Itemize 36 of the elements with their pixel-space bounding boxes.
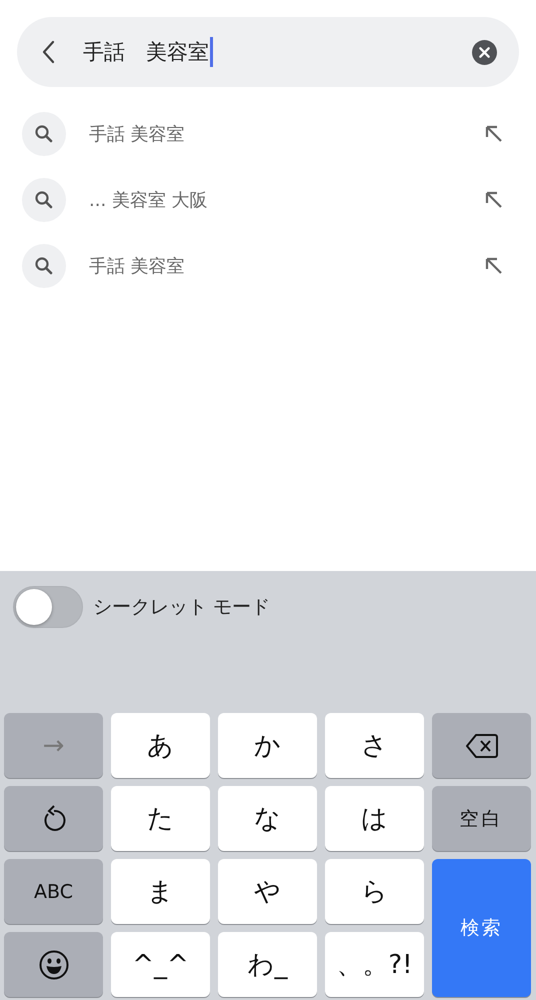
function-key[interactable]: 空白 [432,786,531,851]
arrow-up-left-icon[interactable] [485,125,503,143]
undo-key[interactable] [4,786,103,851]
search-icon [22,178,66,222]
incognito-label: シークレット モード [93,595,270,620]
delete-key[interactable] [432,713,531,778]
emoji-key[interactable] [4,932,103,997]
incognito-toggle[interactable] [13,586,83,628]
search-key[interactable]: 検索 [432,859,531,997]
kana-key[interactable]: ^_^ [111,932,210,997]
suggestion-text[interactable]: ... 美容室 大阪 [89,188,485,212]
kana-key[interactable]: わ_ [218,932,317,997]
backspace-icon [466,732,498,758]
text-cursor [210,37,213,67]
suggestion-text[interactable]: 手話 美容室 [89,122,485,146]
kana-key[interactable]: な [218,786,317,851]
kana-key[interactable]: た [111,786,210,851]
function-key[interactable]: ABC [4,859,103,924]
clear-icon[interactable] [472,40,497,64]
arrow-up-left-icon[interactable] [485,257,503,275]
kana-key[interactable]: や [218,859,317,924]
kana-key[interactable]: 、。?! [325,932,424,997]
arrow-up-left-icon[interactable] [485,191,503,209]
kana-key[interactable]: あ [111,713,210,778]
kana-key[interactable]: ら [325,859,424,924]
search-text: 手話 美容室 [83,39,209,66]
kana-key[interactable]: は [325,786,424,851]
suggestion-text[interactable]: 手話 美容室 [89,254,485,278]
kana-key[interactable]: か [218,713,317,778]
search-field[interactable]: 手話 美容室 [17,17,519,87]
back-icon[interactable] [41,40,55,64]
kana-key[interactable]: ま [111,859,210,924]
kana-key[interactable]: さ [325,713,424,778]
search-icon [22,244,66,288]
smiley-icon [38,950,68,980]
search-icon [22,112,66,156]
